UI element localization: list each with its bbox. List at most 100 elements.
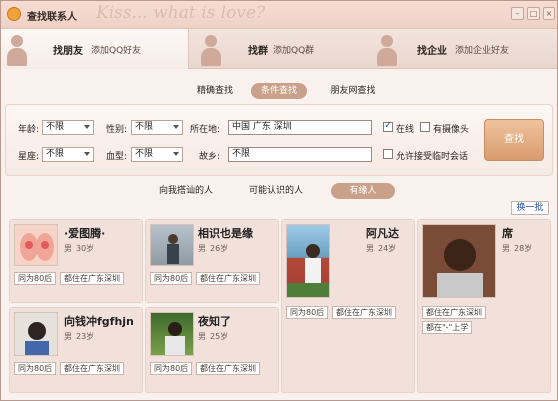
- contact-name: ·爱图腾·: [64, 227, 106, 240]
- camera-checkbox[interactable]: [420, 122, 430, 132]
- title-bar[interactable]: 查找联系人 Kiss... what is love? – □ ×: [1, 1, 557, 29]
- filter-panel: 年龄: 不限 性别: 不限 所在地: 中国 广东 深圳 在线 有摄像头 星座: …: [5, 104, 553, 176]
- tab-find-enterprise[interactable]: 找企业 添加企业好友: [371, 29, 557, 69]
- refresh-batch-link[interactable]: 换一批: [511, 201, 549, 215]
- window-title: 查找联系人: [27, 12, 77, 23]
- contact-gender: 男: [64, 244, 72, 253]
- camera-label: 有摄像头: [433, 125, 470, 135]
- person-photo-icon: [25, 322, 49, 355]
- person-photo-icon: [437, 239, 483, 297]
- contact-card[interactable]: 席 男 28岁 都住在广东深圳 都在"-"上学: [417, 219, 551, 393]
- minimize-button[interactable]: –: [511, 7, 524, 20]
- chevron-down-icon: [173, 125, 179, 129]
- contact-age: 24岁: [378, 244, 397, 253]
- person-photo-icon: [167, 234, 179, 264]
- location-field[interactable]: 中国 广东 深圳: [228, 120, 372, 135]
- contact-tag: 同为80后: [150, 272, 193, 285]
- tab-condition-search[interactable]: 条件查找: [251, 83, 307, 99]
- blood-type-label: 血型:: [106, 152, 128, 162]
- find-contacts-window: 查找联系人 Kiss... what is love? – □ × 找朋友 添加…: [0, 0, 558, 401]
- contact-age: 30岁: [76, 244, 95, 253]
- contact-name: 阿凡达: [366, 227, 399, 240]
- tab-label: 找群: [248, 46, 268, 57]
- person-icon: [7, 35, 27, 67]
- tab-sub-label: 添加QQ好友: [91, 46, 142, 56]
- avatar: [14, 224, 58, 266]
- contact-tag: 都住在广东深圳: [60, 272, 124, 285]
- contact-card[interactable]: 阿凡达 男 24岁 同为80后 都住在广东深圳: [281, 219, 415, 393]
- hometown-label: 故乡:: [199, 152, 221, 162]
- contact-tag: 都住在广东深圳: [332, 306, 396, 319]
- contact-tag: 都住在广东深圳: [196, 272, 260, 285]
- blood-type-select[interactable]: 不限: [131, 147, 183, 162]
- chevron-down-icon: [84, 152, 90, 156]
- tab-find-group[interactable]: 找群 添加QQ群: [189, 29, 371, 69]
- feet-avatar-icon: [20, 233, 54, 261]
- contact-card[interactable]: 向钱冲fgfhjn 男 23岁 同为80后 都住在广东深圳: [9, 307, 143, 393]
- chevron-down-icon: [84, 125, 90, 129]
- constellation-label: 星座:: [18, 152, 40, 162]
- contact-card[interactable]: ·爱图腾· 男 30岁 同为80后 都住在广东深圳: [9, 219, 143, 303]
- contact-name: 夜知了: [198, 315, 231, 328]
- group-icon: [201, 35, 221, 67]
- age-label: 年龄:: [18, 125, 40, 135]
- search-button[interactable]: 查找: [484, 119, 544, 161]
- contact-age: 23岁: [76, 332, 95, 341]
- contact-card[interactable]: 相识也是缘 男 26岁 同为80后 都住在广东深圳: [145, 219, 279, 303]
- contact-tag: 都住在广东深圳: [60, 362, 124, 375]
- tab-label: 找朋友: [53, 46, 83, 57]
- hometown-field[interactable]: 不限: [228, 147, 372, 162]
- contact-gender: 男: [198, 332, 206, 341]
- tab-pengyou-search[interactable]: 朋友网查找: [321, 83, 385, 99]
- person-photo-icon: [165, 322, 185, 355]
- avatar: [422, 224, 496, 298]
- contact-tag: 都住在广东深圳: [196, 362, 260, 375]
- search-mode-tabs: 精确查找 条件查找 朋友网查找: [1, 81, 557, 101]
- tab-exact-search[interactable]: 精确查找: [189, 83, 241, 99]
- contact-tag: 同为80后: [286, 306, 329, 319]
- tab-sub-label: 添加QQ群: [273, 46, 315, 56]
- tab-approached-me[interactable]: 向我搭讪的人: [151, 183, 221, 199]
- close-button[interactable]: ×: [543, 7, 555, 20]
- contact-gender: 男: [198, 244, 206, 253]
- tab-destined[interactable]: 有缘人: [331, 183, 395, 199]
- constellation-select[interactable]: 不限: [42, 147, 94, 162]
- contact-tag: 都住在广东深圳: [422, 306, 486, 319]
- gender-select[interactable]: 不限: [131, 120, 183, 135]
- contact-name: 相识也是缘: [198, 227, 253, 240]
- constellation-value: 不限: [46, 149, 65, 159]
- avatar: [150, 224, 194, 266]
- contact-tag: 同为80后: [14, 272, 57, 285]
- contact-age: 26岁: [210, 244, 229, 253]
- gender-label: 性别:: [106, 125, 128, 135]
- recommend-tabs: 向我搭讪的人 可能认识的人 有缘人: [1, 182, 557, 200]
- title-decoration-text: Kiss... what is love?: [96, 3, 266, 23]
- location-label: 所在地:: [190, 125, 221, 135]
- avatar: [150, 312, 194, 356]
- contact-tag: 都在"-"上学: [422, 321, 473, 334]
- age-select[interactable]: 不限: [42, 120, 94, 135]
- contact-gender: 男: [502, 244, 510, 253]
- online-checkbox[interactable]: [383, 120, 393, 132]
- enterprise-icon: [377, 35, 397, 67]
- contact-tag: 同为80后: [14, 362, 57, 375]
- contact-card[interactable]: 夜知了 男 25岁 同为80后 都住在广东深圳: [145, 307, 279, 393]
- contact-name: 席: [502, 227, 513, 240]
- maximize-button[interactable]: □: [527, 7, 540, 20]
- avatar: [286, 224, 330, 298]
- temp-chat-label: 允许接受临时会话: [396, 152, 469, 162]
- age-value: 不限: [46, 122, 65, 132]
- contact-age: 28岁: [514, 244, 533, 253]
- person-photo-icon: [287, 244, 329, 297]
- tab-may-know[interactable]: 可能认识的人: [241, 183, 311, 199]
- gender-value: 不限: [135, 122, 154, 132]
- contact-gender: 男: [366, 244, 374, 253]
- contact-tag: 同为80后: [150, 362, 193, 375]
- tab-find-friends[interactable]: 找朋友 添加QQ好友: [1, 29, 189, 69]
- contact-age: 25岁: [210, 332, 229, 341]
- tab-label: 找企业: [417, 46, 447, 57]
- temp-chat-checkbox[interactable]: [383, 149, 393, 159]
- online-label: 在线: [396, 125, 415, 135]
- blood-type-value: 不限: [135, 149, 154, 159]
- avatar: [14, 312, 58, 356]
